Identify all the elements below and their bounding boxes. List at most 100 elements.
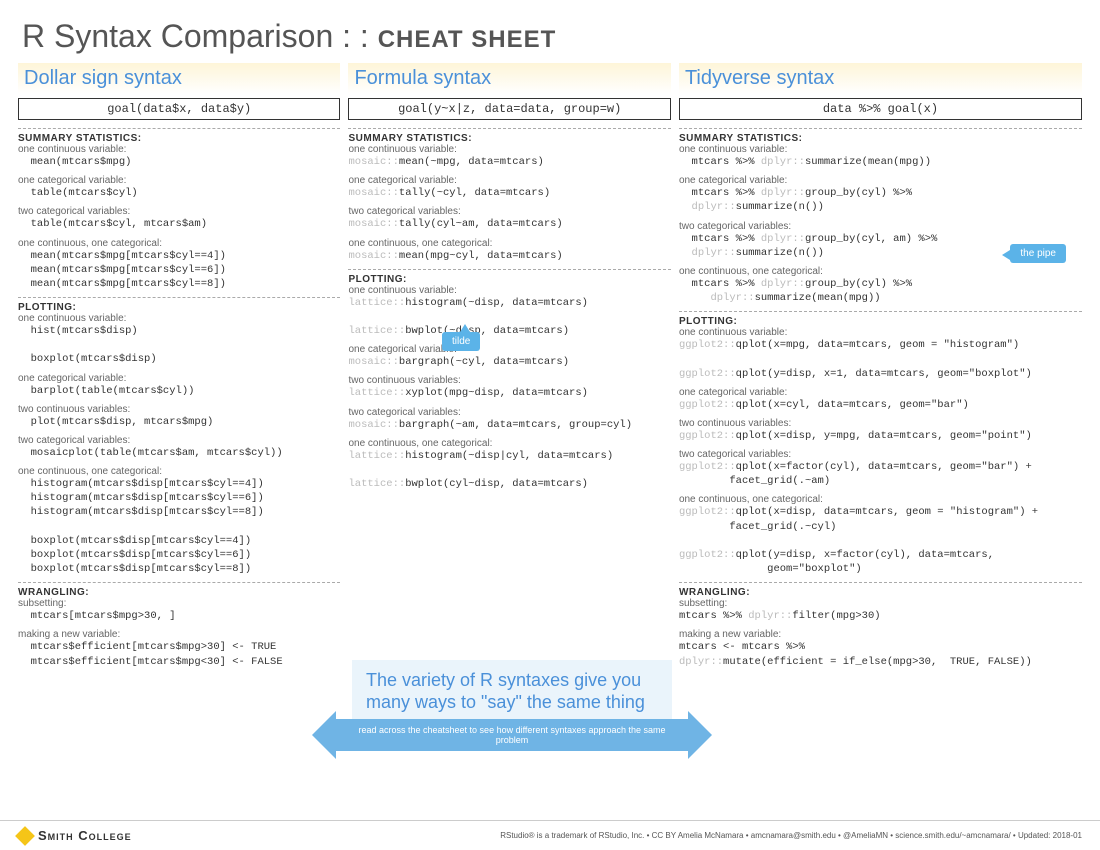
item: subsetting:mtcars %>% dplyr::filter(mpg>… <box>679 598 1082 623</box>
diamond-icon <box>15 826 35 846</box>
code-snippet: mosaic::mean(~mpg, data=mtcars) <box>348 155 670 169</box>
item-label: making a new variable: <box>679 629 1082 640</box>
item: one continuous variable: hist(mtcars$dis… <box>18 313 340 367</box>
item: one continuous, one categorical:lattice:… <box>348 438 670 492</box>
column-header: Formula syntax <box>348 63 670 94</box>
item: two categorical variables:mosaic::tally(… <box>348 206 670 231</box>
item-label: two categorical variables: <box>348 206 670 217</box>
item: one continuous variable:ggplot2::qplot(x… <box>679 327 1082 381</box>
column-header: Tidyverse syntax <box>679 63 1082 94</box>
item-label: one categorical variable: <box>18 175 340 186</box>
code-snippet: barplot(table(mtcars$cyl)) <box>18 384 340 398</box>
item-label: subsetting: <box>18 598 340 609</box>
item-label: making a new variable: <box>18 629 340 640</box>
item: making a new variable: mtcars$efficient[… <box>18 629 340 668</box>
callout-box: The variety of R syntaxes give you many … <box>352 660 672 751</box>
code-snippet: mtcars %>% dplyr::filter(mpg>30) <box>679 609 1082 623</box>
code-snippet: mosaic::tally(cyl~am, data=mtcars) <box>348 217 670 231</box>
item-label: one continuous variable: <box>348 285 670 296</box>
item: one continuous, one categorical:ggplot2:… <box>679 494 1082 576</box>
item: one categorical variable:mosaic::tally(~… <box>348 175 670 200</box>
item: one categorical variable: mtcars %>% dpl… <box>679 175 1082 214</box>
section-title: PLOTTING: <box>348 269 670 285</box>
item-label: two categorical variables: <box>18 206 340 217</box>
code-snippet: mean(mtcars$mpg) <box>18 155 340 169</box>
code-snippet: lattice::histogram(~disp|cyl, data=mtcar… <box>348 449 670 492</box>
item-label: one continuous, one categorical: <box>348 438 670 449</box>
item-label: two categorical variables: <box>679 449 1082 460</box>
code-snippet: histogram(mtcars$disp[mtcars$cyl==4]) hi… <box>18 477 340 576</box>
item: two continuous variables:lattice::xyplot… <box>348 375 670 400</box>
code-snippet: hist(mtcars$disp) boxplot(mtcars$disp) <box>18 324 340 367</box>
page-title: R Syntax Comparison : : CHEAT SHEET <box>0 0 1100 63</box>
code-snippet: mosaic::tally(~cyl, data=mtcars) <box>348 186 670 200</box>
item-label: one categorical variable: <box>348 175 670 186</box>
item: one continuous variable: mean(mtcars$mpg… <box>18 144 340 169</box>
item: one continuous, one categorical: mean(mt… <box>18 238 340 292</box>
callout-arrow-bar: read across the cheatsheet to see how di… <box>336 719 688 751</box>
title-light: R Syntax Comparison : : <box>22 18 378 54</box>
item-label: two categorical variables: <box>679 221 1082 232</box>
item: two categorical variables: mosaicplot(ta… <box>18 435 340 460</box>
item-label: one continuous variable: <box>18 313 340 324</box>
item: one categorical variable: barplot(table(… <box>18 373 340 398</box>
item: one categorical variable:ggplot2::qplot(… <box>679 387 1082 412</box>
code-snippet: mean(mtcars$mpg[mtcars$cyl==4]) mean(mtc… <box>18 249 340 292</box>
item-label: two categorical variables: <box>18 435 340 446</box>
title-bold: CHEAT SHEET <box>378 26 557 53</box>
section-title: SUMMARY STATISTICS: <box>679 128 1082 144</box>
section-title: WRANGLING: <box>679 582 1082 598</box>
column-heading: Dollar sign syntax <box>24 67 334 90</box>
item-label: one continuous, one categorical: <box>679 494 1082 505</box>
pipe-callout-badge: the pipe <box>1010 244 1066 263</box>
code-snippet: plot(mtcars$disp, mtcars$mpg) <box>18 415 340 429</box>
code-snippet: table(mtcars$cyl) <box>18 186 340 200</box>
item: making a new variable:mtcars <- mtcars %… <box>679 629 1082 668</box>
item: one continuous variable:mosaic::mean(~mp… <box>348 144 670 169</box>
item-label: one continuous, one categorical: <box>679 266 1082 277</box>
item-label: one categorical variable: <box>18 373 340 384</box>
column-heading: Tidyverse syntax <box>685 67 1076 90</box>
item-label: subsetting: <box>679 598 1082 609</box>
column: Formula syntax goal(y~x|z, data=data, gro… <box>348 63 670 675</box>
tilde-callout-badge: tilde <box>442 332 480 351</box>
callout-title: The variety of R syntaxes give you many … <box>366 670 658 713</box>
code-snippet: lattice::xyplot(mpg~disp, data=mtcars) <box>348 386 670 400</box>
item: one categorical variable:mosaic::bargrap… <box>348 344 670 369</box>
code-snippet: ggplot2::qplot(x=cyl, data=mtcars, geom=… <box>679 398 1082 412</box>
item: one continuous, one categorical:mosaic::… <box>348 238 670 263</box>
item: two categorical variables:ggplot2::qplot… <box>679 449 1082 488</box>
code-snippet: mosaic::bargraph(~am, data=mtcars, group… <box>348 418 670 432</box>
item-label: two categorical variables: <box>348 407 670 418</box>
code-snippet: mtcars <- mtcars %>% dplyr::mutate(effic… <box>679 640 1082 668</box>
column: Dollar sign syntaxgoal(data$x, data$y)SU… <box>18 63 340 675</box>
goal-box: goal(y~x|z, data=data, group=w) <box>348 98 670 120</box>
columns: Dollar sign syntaxgoal(data$x, data$y)SU… <box>0 63 1100 675</box>
item: one continuous, one categorical: mtcars … <box>679 266 1082 305</box>
column-header: Dollar sign syntax <box>18 63 340 94</box>
code-snippet: ggplot2::qplot(x=mpg, data=mtcars, geom … <box>679 338 1082 381</box>
code-snippet: ggplot2::qplot(x=disp, data=mtcars, geom… <box>679 505 1082 576</box>
item: two categorical variables: table(mtcars$… <box>18 206 340 231</box>
item-label: two continuous variables: <box>348 375 670 386</box>
footer-credits: RStudio® is a trademark of RStudio, Inc.… <box>500 831 1082 840</box>
item: subsetting: mtcars[mtcars$mpg>30, ] <box>18 598 340 623</box>
column-heading: Formula syntax <box>354 67 664 90</box>
item: two continuous variables:ggplot2::qplot(… <box>679 418 1082 443</box>
item-label: one continuous, one categorical: <box>18 466 340 477</box>
code-snippet: mosaic::mean(mpg~cyl, data=mtcars) <box>348 249 670 263</box>
section-title: SUMMARY STATISTICS: <box>348 128 670 144</box>
code-snippet: mtcars %>% dplyr::summarize(mean(mpg)) <box>679 155 1082 169</box>
item: one categorical variable: table(mtcars$c… <box>18 175 340 200</box>
code-snippet: mtcars$efficient[mtcars$mpg>30] <- TRUE … <box>18 640 340 668</box>
item-label: one categorical variable: <box>348 344 670 355</box>
item-label: one continuous variable: <box>18 144 340 155</box>
item: two categorical variables:mosaic::bargra… <box>348 407 670 432</box>
item-label: one continuous variable: <box>679 144 1082 155</box>
item-label: one continuous variable: <box>679 327 1082 338</box>
section-title: PLOTTING: <box>679 311 1082 327</box>
code-snippet: ggplot2::qplot(x=factor(cyl), data=mtcar… <box>679 460 1082 488</box>
column: Tidyverse syntaxdata %>% goal(x)SUMMARY … <box>679 63 1082 675</box>
section-title: PLOTTING: <box>18 297 340 313</box>
code-snippet: mosaic::bargraph(~cyl, data=mtcars) <box>348 355 670 369</box>
